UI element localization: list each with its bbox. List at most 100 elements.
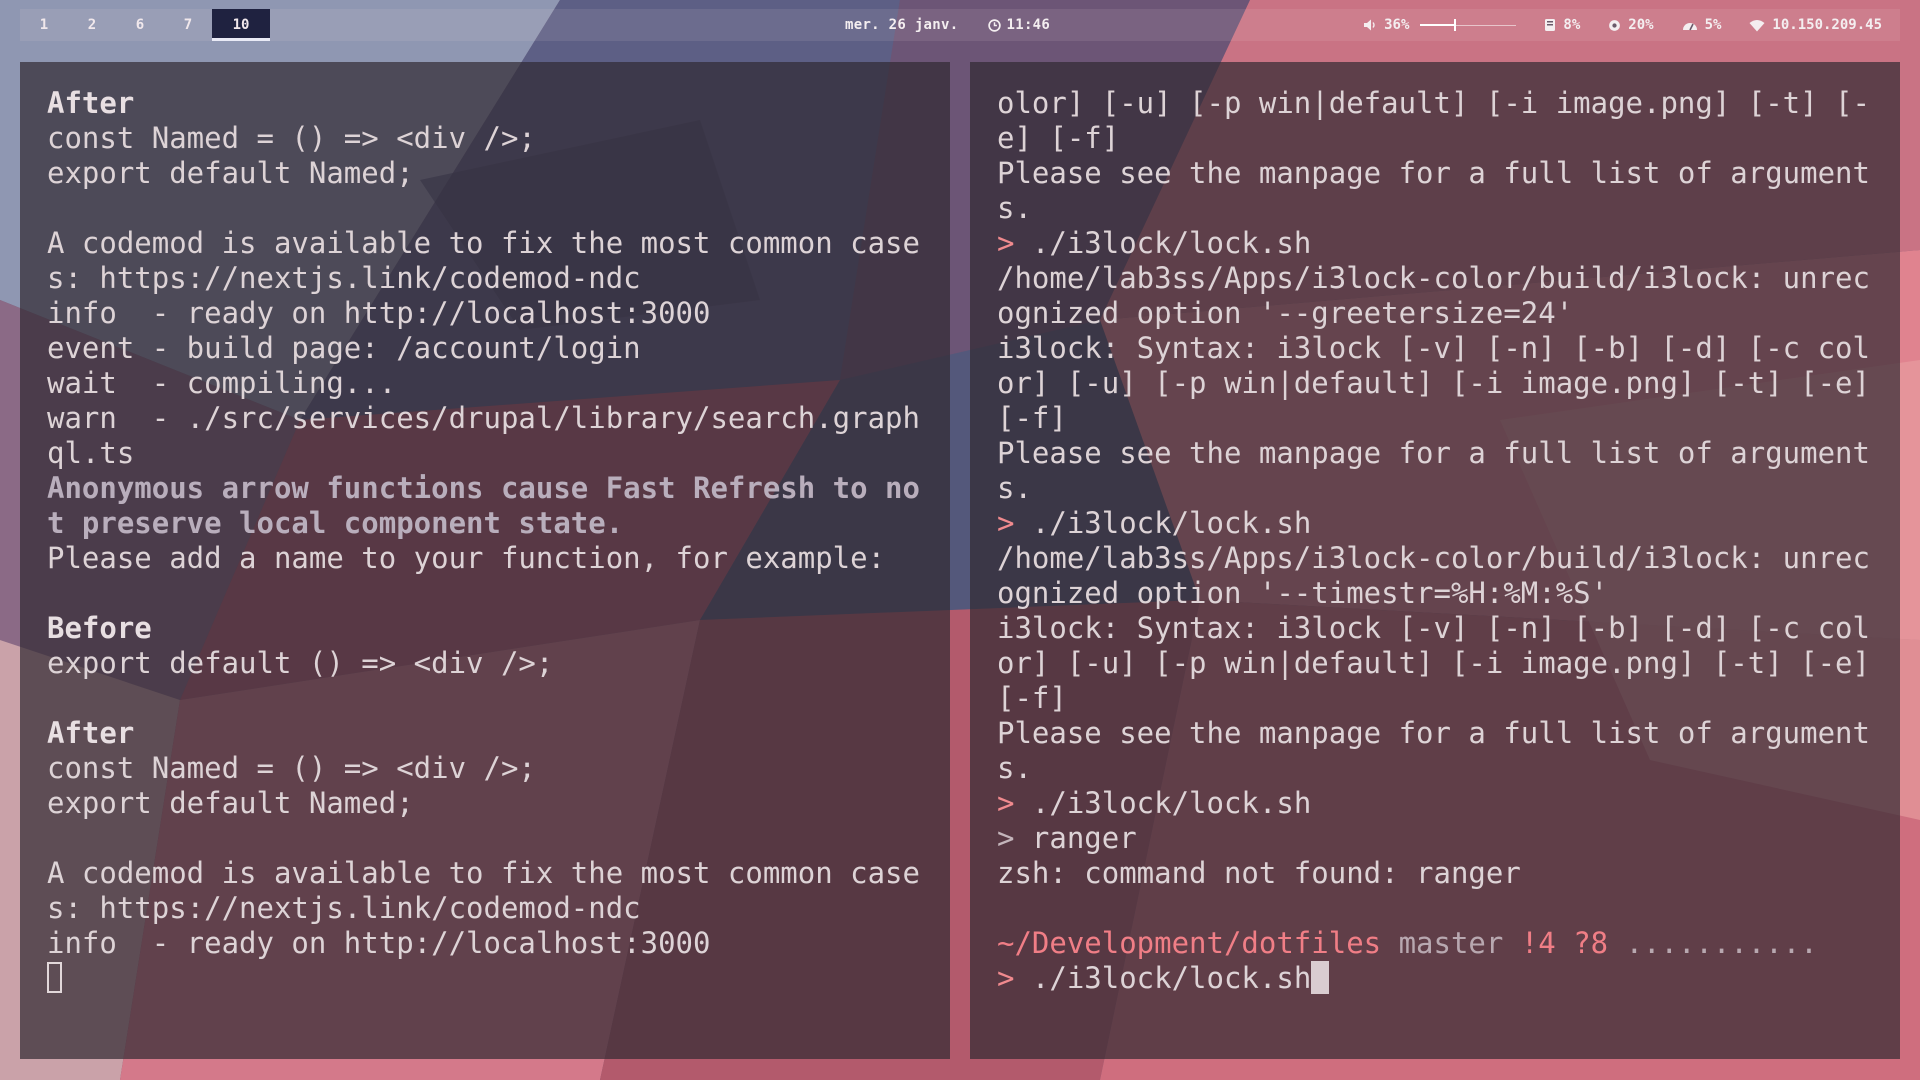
prompt-filler: ........... bbox=[1625, 926, 1818, 960]
date-label: mer. 26 janv. bbox=[845, 17, 959, 33]
left-terminal-line-text: event - build page: /account/login bbox=[47, 331, 641, 365]
workspace-button-10[interactable]: 10 bbox=[212, 9, 270, 41]
right-terminal-line: > ./i3lock/lock.sh bbox=[997, 226, 1873, 261]
right-terminal-line: i3lock: Syntax: i3lock [-v] [-n] [-b] [-… bbox=[997, 611, 1873, 716]
git-branch: master bbox=[1398, 926, 1504, 960]
right-terminal-line: olor] [-u] [-p win|default] [-i image.pn… bbox=[997, 86, 1873, 156]
right-terminal-line-text: olor] [-u] [-p win|default] [-i image.pn… bbox=[997, 86, 1870, 155]
left-terminal-line: const Named = () => <div />; bbox=[47, 121, 923, 156]
right-terminal-line-text: /home/lab3ss/Apps/i3lock-color/build/i3l… bbox=[997, 541, 1870, 610]
left-terminal-line: event - build page: /account/login bbox=[47, 331, 923, 366]
cpu-module: 20% bbox=[1608, 9, 1654, 41]
left-terminal-line: wait - compiling... bbox=[47, 366, 923, 401]
workspace-button-6[interactable]: 6 bbox=[116, 9, 164, 41]
right-terminal-line-text: Please see the manpage for a full list o… bbox=[997, 156, 1870, 225]
left-terminal-line-text: export default Named; bbox=[47, 156, 414, 190]
left-terminal-line-text: A codemod is available to fix the most c… bbox=[47, 226, 920, 295]
prompt-symbol: > bbox=[997, 506, 1032, 540]
left-terminal-line bbox=[47, 576, 923, 611]
right-terminal-line: > ./i3lock/lock.sh bbox=[997, 786, 1873, 821]
workspace-button-2[interactable]: 2 bbox=[68, 9, 116, 41]
clock-module: mer. 26 janv. 11:46 bbox=[845, 9, 1050, 41]
left-terminal-line-text: A codemod is available to fix the most c… bbox=[47, 856, 920, 925]
volume-module[interactable]: 36% bbox=[1363, 9, 1517, 41]
memory-module: 5% bbox=[1682, 9, 1721, 41]
network-module: 10.150.209.45 bbox=[1749, 9, 1882, 41]
cpu-label: 20% bbox=[1628, 17, 1654, 33]
left-terminal-line-text: Anonymous arrow functions cause Fast Ref… bbox=[47, 471, 920, 540]
right-terminal-line: i3lock: Syntax: i3lock [-v] [-n] [-b] [-… bbox=[997, 331, 1873, 436]
left-terminal-line-text: const Named = () => <div />; bbox=[47, 751, 536, 785]
left-terminal-line: After bbox=[47, 716, 923, 751]
right-terminal-line-text: ./i3lock/lock.sh bbox=[1031, 226, 1312, 260]
git-status: !4 ?8 bbox=[1520, 926, 1609, 960]
left-terminal-line-text: export default () => <div />; bbox=[47, 646, 554, 680]
right-terminal-line: Please see the manpage for a full list o… bbox=[997, 436, 1873, 506]
left-terminal-line-text: Please add a name to your function, for … bbox=[47, 541, 886, 575]
right-terminal-line-text: i3lock: Syntax: i3lock [-v] [-n] [-b] [-… bbox=[997, 331, 1888, 435]
disk-icon bbox=[1545, 19, 1556, 31]
workspace-switcher: 1 2 6 7 10 bbox=[20, 9, 270, 41]
terminal-left-cursor bbox=[47, 962, 62, 993]
right-terminal-line: Please see the manpage for a full list o… bbox=[997, 156, 1873, 226]
time-module: 11:46 bbox=[988, 9, 1050, 41]
left-terminal-line-text: Before bbox=[47, 611, 152, 645]
left-terminal-line-text: export default Named; bbox=[47, 786, 414, 820]
left-terminal-line: export default () => <div />; bbox=[47, 646, 923, 681]
gauge-icon bbox=[1682, 22, 1697, 30]
right-terminal-line: Please see the manpage for a full list o… bbox=[997, 716, 1873, 786]
right-terminal-line-text: Please see the manpage for a full list o… bbox=[997, 436, 1870, 505]
terminal-right[interactable]: olor] [-u] [-p win|default] [-i image.pn… bbox=[970, 62, 1900, 1059]
clock-icon bbox=[988, 18, 1002, 32]
right-terminal-line-text: Please see the manpage for a full list o… bbox=[997, 716, 1870, 785]
right-terminal-line: zsh: command not found: ranger bbox=[997, 856, 1873, 891]
terminal-right-cursor bbox=[1311, 961, 1330, 994]
terminal-right-status-line: ~/Development/dotfiles master !4 ?8 ....… bbox=[997, 926, 1873, 961]
left-terminal-line-text: info - ready on http://localhost:3000 bbox=[47, 926, 711, 960]
status-modules: 36% 8% 20% 5% 10.150.209.45 bbox=[1363, 9, 1882, 41]
left-terminal-line: export default Named; bbox=[47, 786, 923, 821]
left-terminal-line: Please add a name to your function, for … bbox=[47, 541, 923, 576]
volume-label: 36% bbox=[1384, 17, 1410, 33]
volume-slider[interactable] bbox=[1420, 18, 1517, 32]
volume-slider-fill bbox=[1420, 24, 1455, 26]
terminal-left[interactable]: After const Named = () => <div />; export … bbox=[20, 62, 950, 1059]
left-terminal-line: After bbox=[47, 86, 923, 121]
wifi-icon bbox=[1749, 19, 1765, 31]
volume-slider-knob[interactable] bbox=[1453, 19, 1456, 31]
terminal-left-input-line[interactable] bbox=[47, 961, 923, 996]
workspace-button-1[interactable]: 1 bbox=[20, 9, 68, 41]
right-terminal-line-text: ranger bbox=[1031, 821, 1137, 855]
prompt-symbol: > bbox=[997, 786, 1032, 820]
right-terminal-line: /home/lab3ss/Apps/i3lock-color/build/i3l… bbox=[997, 541, 1873, 611]
left-terminal-line: info - ready on http://localhost:3000 bbox=[47, 296, 923, 331]
right-terminal-line-text: /home/lab3ss/Apps/i3lock-color/build/i3l… bbox=[997, 261, 1870, 330]
terminal-right-output: olor] [-u] [-p win|default] [-i image.pn… bbox=[997, 86, 1873, 926]
right-terminal-line: /home/lab3ss/Apps/i3lock-color/build/i3l… bbox=[997, 261, 1873, 331]
left-terminal-line: const Named = () => <div />; bbox=[47, 751, 923, 786]
right-terminal-line-text: i3lock: Syntax: i3lock [-v] [-n] [-b] [-… bbox=[997, 611, 1888, 715]
left-terminal-line bbox=[47, 821, 923, 856]
top-bar: 1 2 6 7 10 mer. 26 janv. 11:46 36% 8% 20… bbox=[20, 9, 1900, 41]
right-terminal-line: > ./i3lock/lock.sh bbox=[997, 506, 1873, 541]
left-terminal-line-text: warn - ./src/services/drupal/library/sea… bbox=[47, 401, 920, 470]
left-terminal-line: Anonymous arrow functions cause Fast Ref… bbox=[47, 471, 923, 541]
prompt-path: ~/Development/dotfiles bbox=[997, 926, 1382, 960]
right-terminal-line-text: zsh: command not found: ranger bbox=[997, 856, 1521, 890]
right-terminal-line bbox=[997, 891, 1873, 926]
terminal-left-output: After const Named = () => <div />; export … bbox=[47, 86, 923, 961]
workspace-button-7[interactable]: 7 bbox=[164, 9, 212, 41]
left-terminal-line-text: After bbox=[47, 716, 135, 750]
prompt-symbol: > bbox=[997, 821, 1032, 855]
command-input[interactable]: ./i3lock/lock.sh bbox=[1032, 961, 1311, 995]
left-terminal-line: A codemod is available to fix the most c… bbox=[47, 856, 923, 926]
left-terminal-line-text: info - ready on http://localhost:3000 bbox=[47, 296, 711, 330]
right-terminal-line-text: ./i3lock/lock.sh bbox=[1031, 506, 1312, 540]
left-terminal-line: Before bbox=[47, 611, 923, 646]
left-terminal-line-text: const Named = () => <div />; bbox=[47, 121, 536, 155]
left-terminal-line-text: wait - compiling... bbox=[47, 366, 397, 400]
disk-label: 8% bbox=[1563, 17, 1581, 33]
left-terminal-line: export default Named; bbox=[47, 156, 923, 191]
terminal-right-input-line[interactable]: > ./i3lock/lock.sh bbox=[997, 961, 1873, 996]
speaker-icon bbox=[1364, 19, 1375, 31]
